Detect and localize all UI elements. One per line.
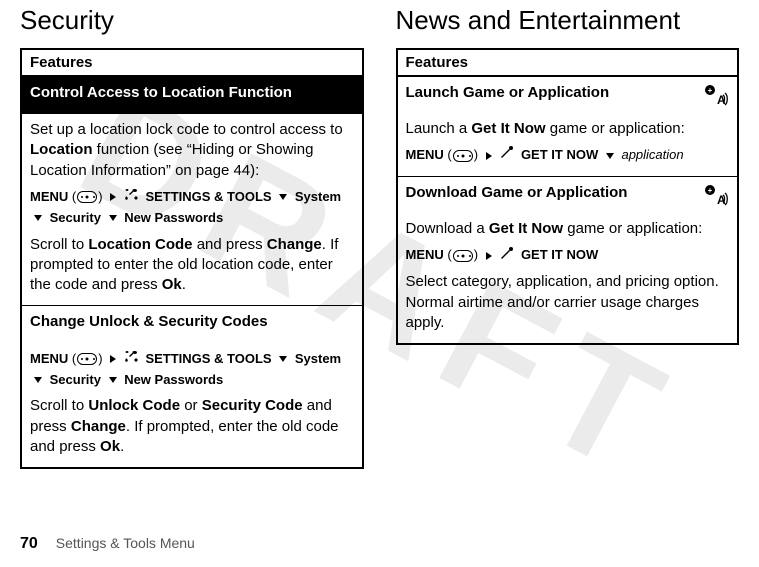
arrow-down-icon — [109, 215, 117, 221]
row-heading-launch-text: Launch Game or Application — [406, 84, 610, 101]
text: or — [180, 397, 202, 414]
text-block: Select category, application, and pricin… — [406, 272, 730, 333]
row-body-download: Download a Get It Now game or applicatio… — [397, 219, 739, 344]
new-passwords-label: New Passwords — [124, 210, 223, 225]
text: game or application: — [563, 220, 702, 237]
row-heading-download: +A Download Game or Application — [397, 177, 739, 220]
row-body-launch: Launch a Get It Now game or application:… — [397, 119, 739, 177]
text: game or application: — [546, 120, 685, 137]
svg-text:+: + — [708, 86, 713, 95]
settings-tools-icon — [124, 187, 140, 208]
page-footer: 70 Settings & Tools Menu — [20, 535, 195, 553]
settings-tools-icon — [124, 349, 140, 370]
arrow-right-icon — [486, 152, 492, 160]
row-heading-location: Control Access to Location Function — [21, 76, 363, 114]
menu-label: MENU — [30, 351, 68, 366]
text-block: Scroll to Unlock Code or Security Code a… — [30, 396, 354, 457]
new-passwords-label: New Passwords — [124, 372, 223, 387]
text: Download a — [406, 220, 489, 237]
arrow-down-icon — [279, 356, 287, 362]
center-key-icon — [77, 191, 97, 203]
application-placeholder: application — [621, 147, 683, 162]
arrow-down-icon — [279, 194, 287, 200]
menu-path-launch: MENU () GET IT NOW application — [406, 145, 730, 166]
security-heading: Security — [20, 6, 364, 36]
network-required-icon: +A — [703, 183, 729, 209]
text: Launch a — [406, 120, 472, 137]
menu-path-download: MENU () GET IT NOW — [406, 245, 730, 266]
menu-label: MENU — [406, 147, 444, 162]
arrow-right-icon — [110, 193, 116, 201]
bold-unlock-code: Unlock Code — [88, 397, 180, 414]
text: . — [120, 438, 124, 455]
bold-ok: Ok — [100, 438, 120, 455]
center-key-icon — [453, 150, 473, 162]
news-entertainment-heading: News and Entertainment — [396, 6, 740, 36]
text-block: Scroll to Location Code and press Change… — [30, 235, 354, 296]
page-columns: Security Features Control Access to Loca… — [0, 0, 759, 469]
get-it-now-label: GET IT NOW — [521, 147, 598, 162]
security-label: Security — [50, 210, 101, 225]
row-heading-download-text: Download Game or Application — [406, 184, 628, 201]
text: . — [182, 276, 186, 293]
bold-get-it-now: Get It Now — [489, 220, 563, 237]
text: and press — [193, 236, 267, 253]
features-header-right: Features — [397, 49, 739, 76]
menu-path-location: MENU () SETTINGS & TOOLS System Security… — [30, 187, 354, 229]
network-required-icon: +A — [703, 83, 729, 109]
system-label: System — [295, 351, 341, 366]
arrow-down-icon — [606, 153, 614, 159]
menu-label: MENU — [30, 189, 68, 204]
row-heading-change-codes: Change Unlock & Security Codes — [21, 306, 363, 343]
get-it-now-label: GET IT NOW — [521, 247, 598, 262]
bold-location-code: Location Code — [88, 236, 192, 253]
settings-tools-label: SETTINGS & TOOLS — [145, 351, 271, 366]
bold-location: Location — [30, 141, 93, 158]
get-it-now-icon — [499, 145, 515, 166]
left-column: Security Features Control Access to Loca… — [20, 6, 364, 469]
arrow-down-icon — [34, 215, 42, 221]
bold-change: Change — [71, 418, 126, 435]
arrow-down-icon — [109, 377, 117, 383]
arrow-right-icon — [486, 252, 492, 260]
menu-label: MENU — [406, 247, 444, 262]
bold-ok: Ok — [162, 276, 182, 293]
settings-tools-label: SETTINGS & TOOLS — [145, 189, 271, 204]
menu-path-change-codes: MENU () SETTINGS & TOOLS System Security… — [30, 349, 354, 391]
features-header-left: Features — [21, 49, 363, 76]
right-column: News and Entertainment Features +A Launc… — [396, 6, 740, 469]
arrow-down-icon — [34, 377, 42, 383]
bold-security-code: Security Code — [202, 397, 303, 414]
news-features-table: Features +A Launch Game or Application L… — [396, 48, 740, 345]
system-label: System — [295, 189, 341, 204]
get-it-now-icon — [499, 246, 515, 267]
row-body-location: Set up a location lock code to control a… — [21, 114, 363, 306]
bold-change: Change — [267, 236, 322, 253]
text: Scroll to — [30, 236, 88, 253]
page-number: 70 — [20, 535, 38, 553]
security-features-table: Features Control Access to Location Func… — [20, 48, 364, 469]
bold-get-it-now: Get It Now — [471, 120, 545, 137]
row-heading-launch: +A Launch Game or Application — [397, 76, 739, 119]
center-key-icon — [77, 353, 97, 365]
row-body-change-codes: MENU () SETTINGS & TOOLS System Security… — [21, 343, 363, 469]
svg-text:+: + — [708, 186, 713, 195]
arrow-right-icon — [110, 355, 116, 363]
security-label: Security — [50, 372, 101, 387]
center-key-icon — [453, 250, 473, 262]
footer-section-label: Settings & Tools Menu — [56, 535, 195, 551]
text: Scroll to — [30, 397, 88, 414]
text: Set up a location lock code to control a… — [30, 121, 343, 138]
